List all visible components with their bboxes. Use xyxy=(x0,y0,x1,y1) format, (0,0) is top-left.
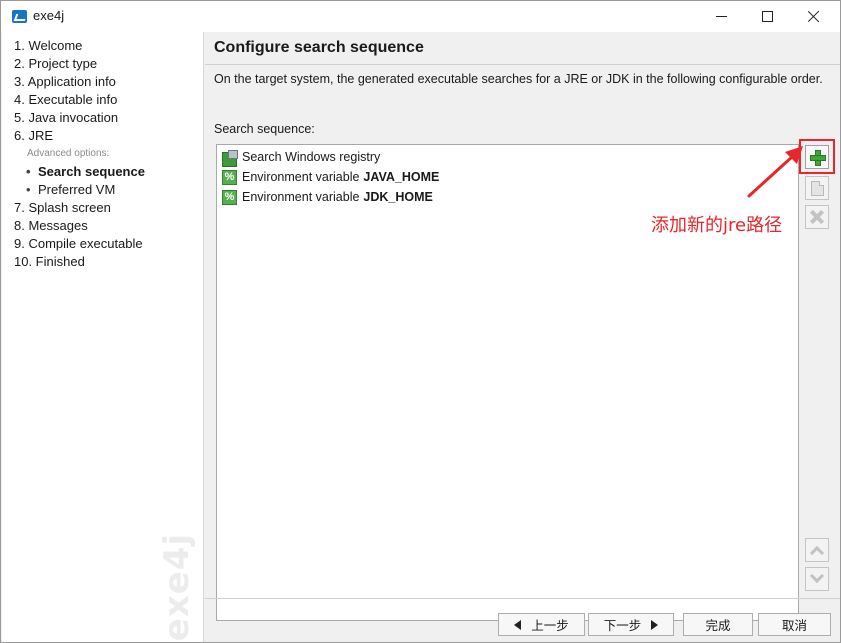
chevron-down-icon xyxy=(809,568,825,584)
nav-item-splash-screen[interactable]: 7. Splash screen xyxy=(14,199,145,217)
wizard-steps-list: 1. Welcome 2. Project type 3. Applicatio… xyxy=(14,37,145,271)
close-icon xyxy=(807,10,820,23)
annotation-arrow-icon xyxy=(747,146,803,198)
next-button[interactable]: 下一步 xyxy=(588,613,674,636)
search-sequence-label: Search sequence: xyxy=(214,122,315,136)
remove-entry-button[interactable] xyxy=(805,205,829,229)
delete-icon xyxy=(810,210,824,224)
bullet-icon: • xyxy=(26,164,31,179)
nav-item-application-info[interactable]: 3. Application info xyxy=(14,73,145,91)
list-item-jdk-home[interactable]: % Environment variable JDK_HOME xyxy=(222,188,433,206)
list-item-text: Environment variable xyxy=(242,170,360,184)
nav-item-search-sequence[interactable]: • Search sequence xyxy=(14,163,145,181)
close-button[interactable] xyxy=(790,1,836,32)
nav-item-compile-executable[interactable]: 9. Compile executable xyxy=(14,235,145,253)
edit-icon xyxy=(810,180,824,196)
maximize-button[interactable] xyxy=(744,1,790,32)
back-button[interactable]: 上一步 xyxy=(498,613,585,636)
nav-item-preferred-vm[interactable]: • Preferred VM xyxy=(14,181,145,199)
env-variable-name: JDK_HOME xyxy=(363,190,433,204)
nav-item-label: Preferred VM xyxy=(38,182,116,197)
cancel-button[interactable]: 取消 xyxy=(758,613,831,636)
nav-item-java-invocation[interactable]: 5. Java invocation xyxy=(14,109,145,127)
list-item-java-home[interactable]: % Environment variable JAVA_HOME xyxy=(222,168,439,186)
nav-item-messages[interactable]: 8. Messages xyxy=(14,217,145,235)
finish-button[interactable]: 完成 xyxy=(683,613,753,636)
footer-divider xyxy=(205,598,840,599)
app-window: exe4j 1. Welcome 2. Project type 3. Appl… xyxy=(0,0,841,643)
advanced-options-label: Advanced options: xyxy=(27,148,110,159)
cancel-button-label: 取消 xyxy=(781,619,807,633)
nav-item-finished[interactable]: 10. Finished xyxy=(14,253,145,271)
exe4j-app-icon xyxy=(12,10,27,23)
list-item-text: Search Windows registry xyxy=(242,150,381,164)
list-item-windows-registry[interactable]: Search Windows registry xyxy=(222,148,381,167)
header-divider xyxy=(205,64,840,65)
plus-icon xyxy=(810,150,826,166)
main-panel: Configure search sequence On the target … xyxy=(205,32,840,642)
move-up-button[interactable] xyxy=(805,538,829,562)
triangle-left-icon xyxy=(514,619,522,630)
triangle-right-icon xyxy=(651,619,659,630)
env-variable-icon: % xyxy=(222,169,237,185)
registry-icon xyxy=(222,149,238,167)
nav-item-executable-info[interactable]: 4. Executable info xyxy=(14,91,145,109)
bullet-icon: • xyxy=(26,182,31,197)
env-variable-icon: % xyxy=(222,189,237,205)
move-down-button[interactable] xyxy=(805,567,829,591)
annotation-text: 添加新的jre路径 xyxy=(651,215,783,236)
env-variable-name: JAVA_HOME xyxy=(363,170,440,184)
nav-item-jre[interactable]: 6. JRE xyxy=(14,127,145,145)
window-title: exe4j xyxy=(33,8,65,23)
finish-button-label: 完成 xyxy=(705,619,731,633)
nav-item-welcome[interactable]: 1. Welcome xyxy=(14,37,145,55)
next-button-label: 下一步 xyxy=(603,619,642,633)
back-button-label: 上一步 xyxy=(531,619,569,633)
minimize-button[interactable] xyxy=(698,1,744,32)
wizard-steps-sidebar: 1. Welcome 2. Project type 3. Applicatio… xyxy=(2,32,204,642)
chevron-up-icon xyxy=(809,545,825,561)
page-description: On the target system, the generated exec… xyxy=(214,72,823,86)
list-item-text: Environment variable xyxy=(242,190,360,204)
nav-item-project-type[interactable]: 2. Project type xyxy=(14,55,145,73)
exe4j-watermark: exe4j xyxy=(147,527,197,641)
maximize-icon xyxy=(761,11,773,22)
title-bar: exe4j xyxy=(1,1,840,32)
page-title: Configure search sequence xyxy=(214,39,424,56)
watermark-text: exe4j xyxy=(157,532,198,642)
minimize-icon xyxy=(715,16,727,17)
nav-item-label: Search sequence xyxy=(38,164,145,179)
